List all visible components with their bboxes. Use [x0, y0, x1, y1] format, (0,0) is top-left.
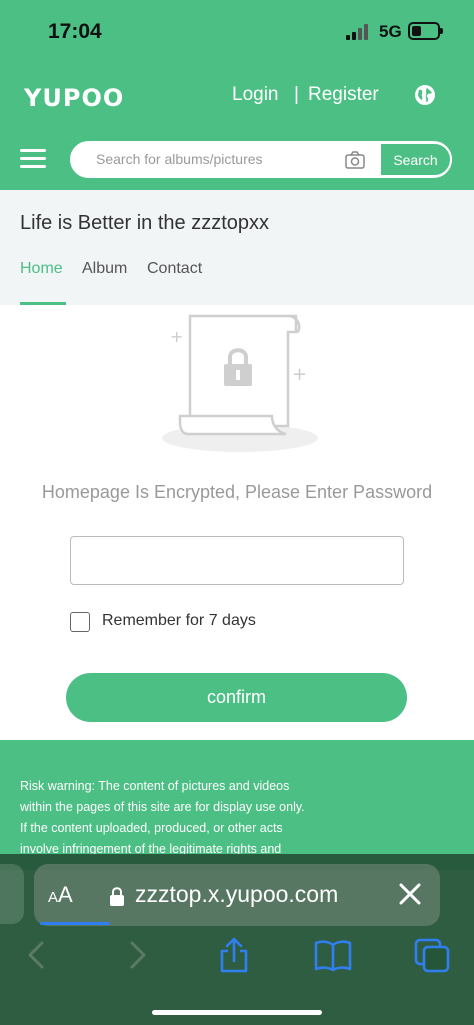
hamburger-menu-icon[interactable] [20, 149, 48, 169]
link-separator: | [294, 84, 299, 105]
login-link[interactable]: Login [232, 84, 279, 106]
back-arrow-icon[interactable] [22, 937, 54, 973]
status-bar: 17:04 5G [0, 0, 474, 60]
search-box: Search for albums/pictures Search [70, 141, 452, 178]
camera-icon[interactable] [345, 151, 365, 169]
network-label: 5G [379, 22, 402, 41]
address-bar[interactable]: AA zzztop.x.yupoo.com [34, 864, 440, 926]
signal-icon [346, 24, 372, 40]
password-field[interactable] [70, 536, 404, 585]
share-icon[interactable] [218, 937, 250, 973]
tabs-icon[interactable] [414, 937, 450, 973]
active-tab-underline [20, 302, 66, 305]
risk-line: Risk warning: The content of pictures an… [20, 779, 290, 793]
album-header: Life is Better in the zzztopxx Home Albu… [0, 190, 474, 305]
search-input[interactable]: Search for albums/pictures [96, 151, 263, 167]
url-text[interactable]: zzztop.x.yupoo.com [135, 881, 338, 908]
remember-label[interactable]: Remember for 7 days [102, 612, 256, 630]
tab-contact[interactable]: Contact [147, 260, 202, 278]
risk-line: within the pages of this site are for di… [20, 800, 305, 814]
locked-document-icon: + + [162, 314, 318, 452]
globe-icon[interactable] [414, 84, 436, 106]
yupoo-logo[interactable]: YUPOO [24, 84, 124, 112]
search-button[interactable]: Search [379, 142, 452, 177]
close-icon[interactable] [396, 880, 424, 908]
register-link[interactable]: Register [308, 84, 379, 106]
bookmarks-icon[interactable] [314, 937, 352, 973]
previous-tab-preview[interactable] [0, 864, 24, 924]
forward-arrow-icon[interactable] [120, 937, 152, 973]
remember-checkbox[interactable] [70, 612, 90, 632]
home-indicator [152, 1010, 322, 1015]
confirm-button[interactable]: confirm [66, 673, 407, 722]
risk-line: If the content uploaded, produced, or ot… [20, 821, 283, 835]
encrypted-message: Homepage Is Encrypted, Please Enter Pass… [41, 482, 433, 502]
tab-home[interactable]: Home [20, 260, 63, 278]
risk-warning: Risk warning: The content of pictures an… [20, 776, 330, 860]
page-load-progress [40, 922, 110, 925]
footer: Risk warning: The content of pictures an… [0, 740, 474, 870]
svg-text:+: + [292, 364, 307, 385]
battery-icon [408, 22, 443, 40]
svg-text:+: + [170, 327, 183, 346]
page-title: Life is Better in the zzztopxx [20, 212, 270, 234]
tab-album[interactable]: Album [82, 260, 127, 278]
lock-icon [110, 887, 124, 906]
reader-settings-button[interactable]: AA [48, 882, 73, 908]
status-time: 17:04 [48, 20, 102, 43]
